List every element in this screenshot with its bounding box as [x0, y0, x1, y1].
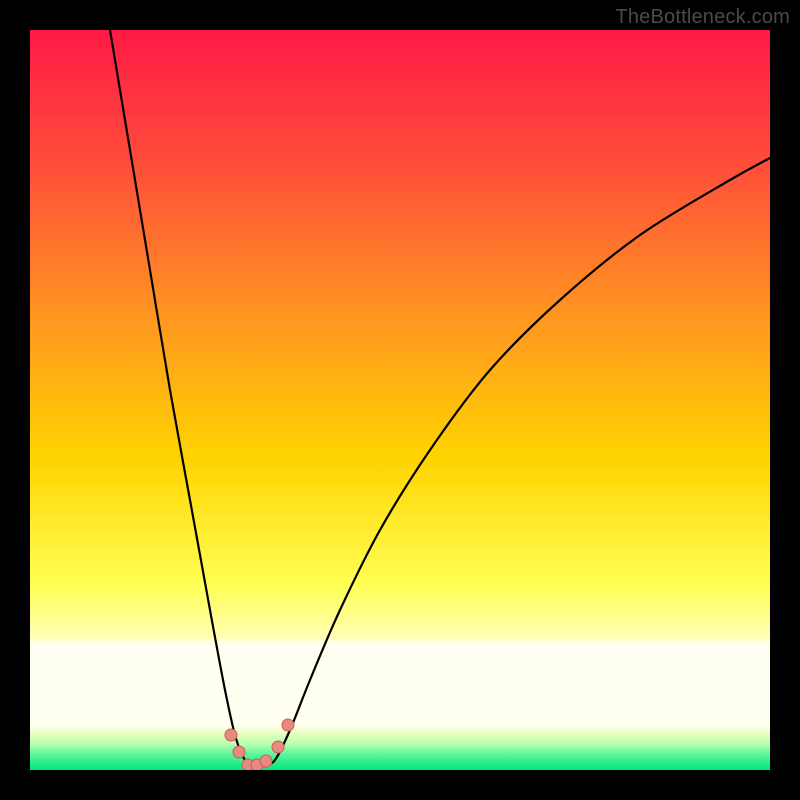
gradient-background	[30, 30, 770, 770]
valley-marker	[282, 719, 294, 731]
bottleneck-chart	[30, 30, 770, 770]
plot-frame	[30, 30, 770, 770]
valley-marker	[272, 741, 284, 753]
valley-marker	[260, 755, 272, 767]
valley-marker	[233, 746, 245, 758]
watermark-text: TheBottleneck.com	[615, 6, 790, 29]
valley-marker	[225, 729, 237, 741]
